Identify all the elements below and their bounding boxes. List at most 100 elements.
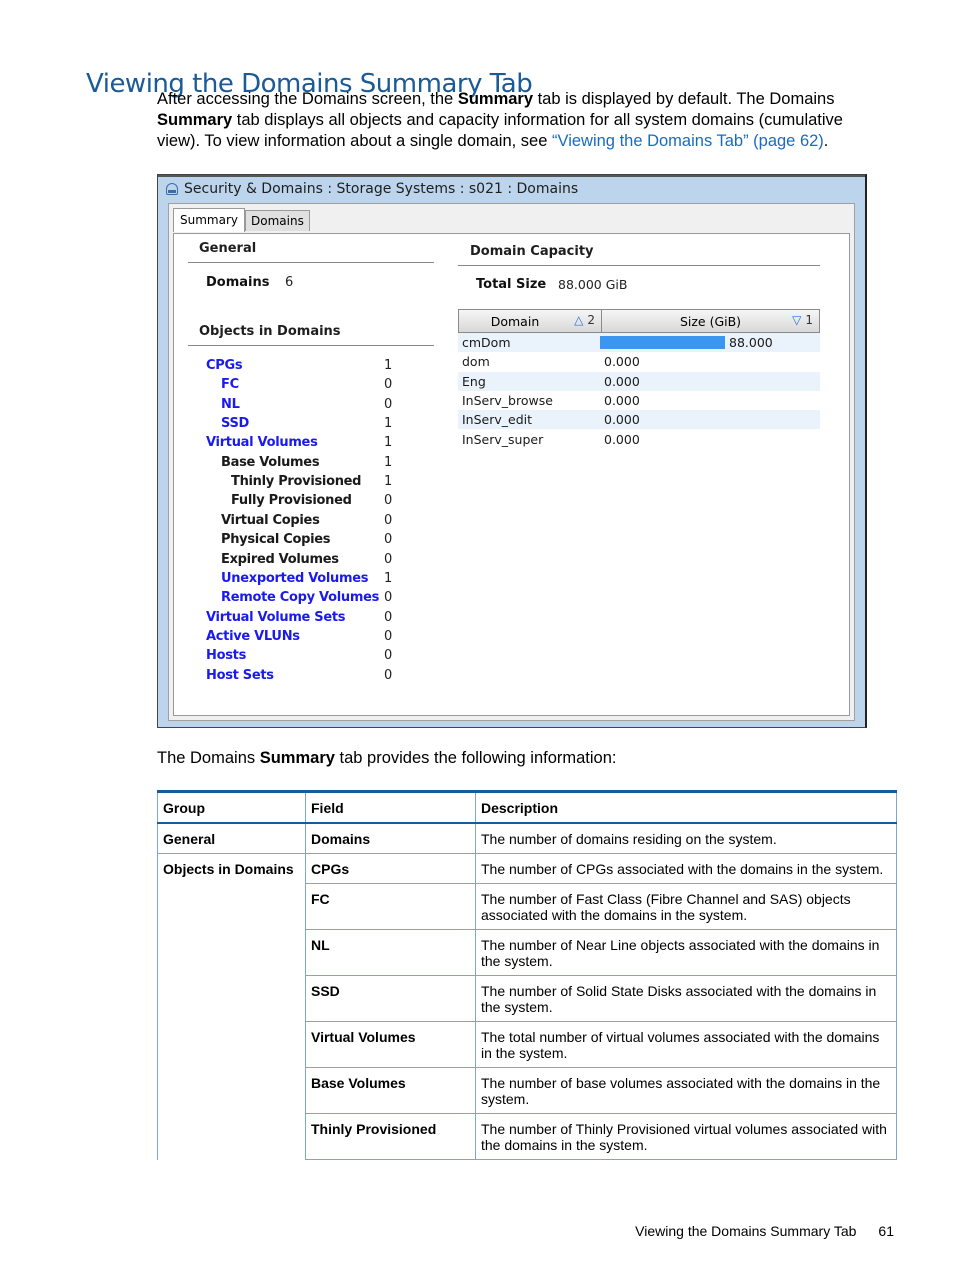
cell-field: Base Volumes [305,1067,476,1114]
domain-size: 0.000 [604,393,640,409]
cell-description: The number of domains residing on the sy… [475,822,897,854]
mid-text: The Domains [157,749,260,767]
object-label[interactable]: SSD [221,416,249,431]
table-row: Virtual Volumes The total number of virtu… [157,1021,897,1068]
intro-bold: Summary [157,111,233,129]
object-row: Base Volumes 1 [174,455,434,474]
domain-size-cell: 0.000 [600,391,820,410]
mid-text: tab provides the following information: [334,749,617,767]
capacity-row[interactable]: InServ_edit 0.000 [458,410,820,430]
sort-indicator: ▽ 1 [792,313,813,327]
cell-description: The number of Thinly Provisioned virtual… [475,1113,897,1160]
table-row: General Domains The number of domains resi… [157,822,897,854]
capacity-row[interactable]: Eng 0.000 [458,371,820,391]
object-row: Virtual Copies 0 [174,513,434,532]
cell-field: SSD [305,975,476,1022]
capacity-section-title: Domain Capacity [470,244,594,259]
object-count: 1 [384,474,393,490]
object-label: Virtual Copies [221,512,320,528]
summary-panel: General Domains 6 Objects in Domains CPG… [173,233,850,716]
capacity-table: Domain △ 2 Size (GiB) ▽ 1 cmDom 88.000 dom 0.… [458,309,820,449]
object-label[interactable]: Hosts [206,648,246,663]
cell-description: The number of Fast Class (Fibre Channel … [475,883,897,930]
capacity-row[interactable]: InServ_super 0.000 [458,429,820,448]
page-number: 61 [878,1223,894,1239]
object-label[interactable]: NL [221,397,240,412]
object-row: Active VLUNs 0 [174,629,434,648]
cell-description: The number of Near Line objects associat… [475,929,897,976]
domain-size: 0.000 [604,373,640,389]
object-label[interactable]: CPGs [206,358,243,373]
sort-descending-icon: ▽ [792,313,802,327]
total-size-label: Total Size [476,277,547,292]
cell-field: Domains [305,822,476,854]
capacity-row[interactable]: InServ_browse 0.000 [458,391,820,410]
domain-name: dom [462,354,490,370]
window-frame: Summary Domains General Domains 6 Object… [168,203,855,721]
cell-group: Objects in Domains [157,853,306,884]
header-field: Field [305,790,476,824]
object-row: SSD 1 [174,416,434,435]
table-row: FC The number of Fast Class (Fibre Channe… [157,883,897,930]
object-count: 0 [384,648,393,664]
object-row: NL 0 [174,397,434,416]
object-label[interactable]: Host Sets [206,668,274,683]
object-label[interactable]: Active VLUNs [206,629,300,644]
object-label[interactable]: Virtual Volume Sets [206,610,346,625]
column-header-domain[interactable]: Domain △ 2 [459,310,602,332]
object-label[interactable]: Virtual Volumes [206,435,318,450]
sort-order: 2 [587,313,595,327]
domain-size-cell: 0.000 [600,429,820,448]
object-row: FC 0 [174,377,434,396]
object-count: 0 [384,667,393,683]
domain-name: Eng [462,373,486,389]
domain-size-cell: 88.000 [600,333,820,352]
tab-bar: Summary Domains [173,207,310,232]
window-top-edge [158,175,865,177]
cell-field: FC [305,883,476,930]
domain-name: InServ_browse [462,393,553,409]
object-count: 0 [384,532,393,548]
cell-description: The number of Solid State Disks associat… [475,975,897,1022]
object-row: Virtual Volume Sets 0 [174,610,434,629]
object-row: Thinly Provisioned 1 [174,474,434,493]
domain-size-cell: 0.000 [600,352,820,371]
cell-group: General [157,822,306,854]
domains-window: Security & Domains : Storage Systems : s… [157,174,867,728]
object-label: Physical Copies [221,532,331,548]
object-label[interactable]: Unexported Volumes [221,571,369,586]
cell-description: The number of CPGs associated with the d… [475,853,897,884]
domain-size: 0.000 [604,431,640,447]
domains-count-value: 6 [285,275,294,290]
domain-name: InServ_super [462,431,544,447]
footer-title: Viewing the Domains Summary Tab [635,1223,857,1239]
object-label[interactable]: FC [221,377,239,392]
table-intro: The Domains Summary tab provides the fol… [157,749,617,768]
object-count: 0 [384,493,393,509]
object-row: Virtual Volumes 1 [174,435,434,454]
cell-group [157,1113,306,1160]
object-count: 1 [384,358,393,373]
window-title: Security & Domains : Storage Systems : s… [184,181,579,197]
column-header-size[interactable]: Size (GiB) ▽ 1 [602,310,819,332]
cell-field: Thinly Provisioned [305,1113,476,1160]
fields-table: Group Field Description General Domains Th… [157,790,897,1160]
capacity-row[interactable]: dom 0.000 [458,352,820,371]
object-label[interactable]: Remote Copy Volumes [221,590,379,605]
tab-summary[interactable]: Summary [173,208,245,232]
object-row: CPGs 1 [174,358,434,377]
capacity-divider [458,265,820,266]
intro-bold: Summary [457,90,534,108]
cell-field: NL [305,929,476,976]
tab-domains[interactable]: Domains [245,210,310,231]
capacity-row[interactable]: cmDom 88.000 [458,333,820,353]
cell-group [157,1067,306,1114]
table-header-row: Group Field Description [157,790,897,824]
cell-description: The total number of virtual volumes asso… [475,1021,897,1068]
object-count: 0 [384,512,393,528]
security-domains-icon [166,183,178,195]
domains-tab-link[interactable]: “Viewing the Domains Tab” (page 62) [552,132,824,150]
domain-size-cell: 0.000 [600,372,820,391]
object-label: Base Volumes [221,454,320,470]
general-divider [188,262,434,263]
